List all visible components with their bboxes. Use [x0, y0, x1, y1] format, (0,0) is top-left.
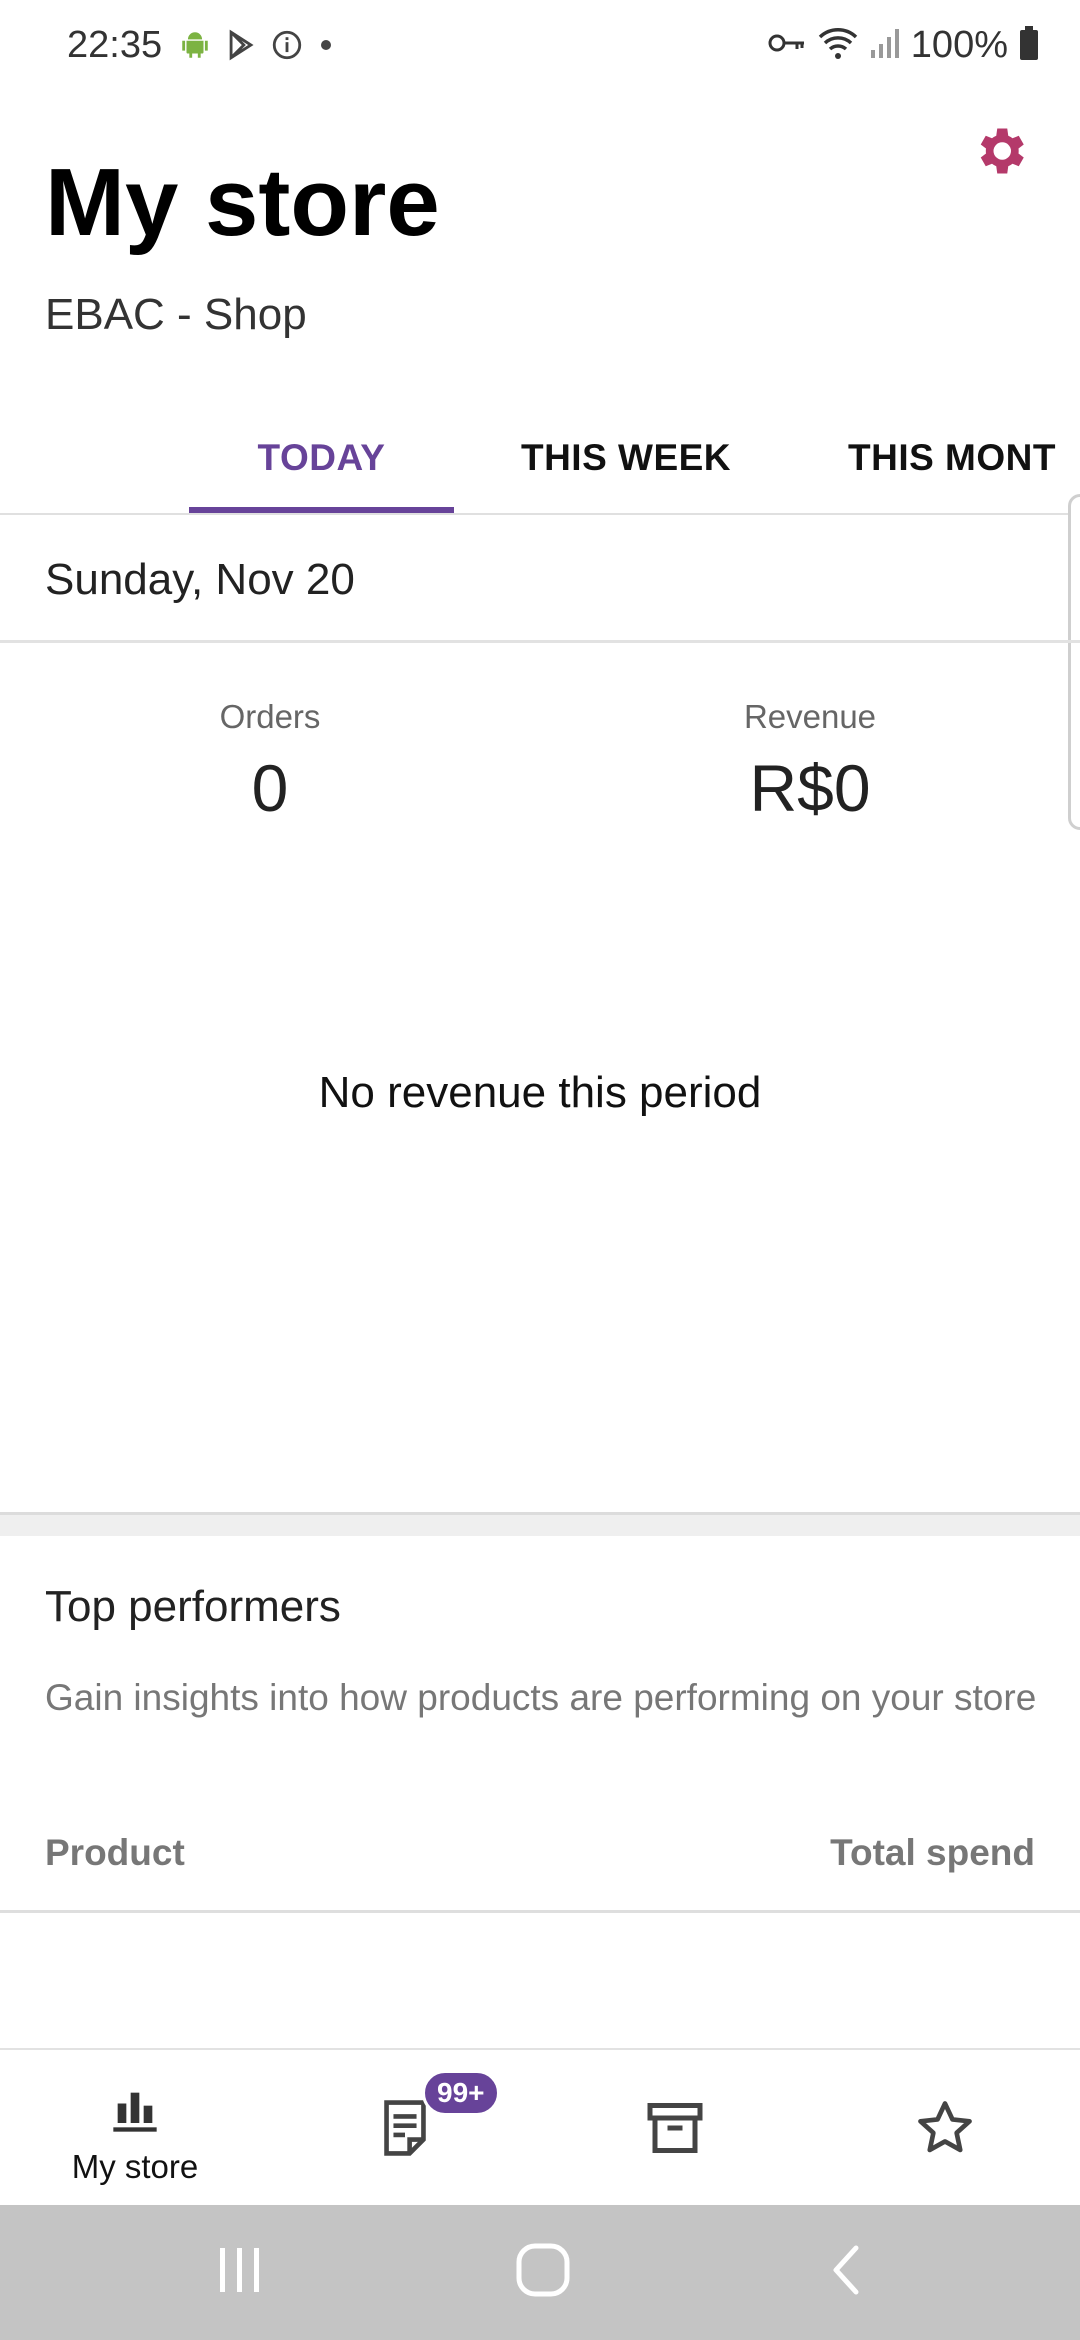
date-row: Sunday, Nov 20 [0, 515, 1080, 643]
column-header-total-spend: Total spend [830, 1832, 1035, 1873]
empty-revenue-message: No revenue this period [318, 1068, 762, 1117]
recent-apps-button[interactable] [140, 2205, 340, 2340]
top-performers-title: Top performers [45, 1582, 341, 1631]
column-header-product: Product [45, 1832, 185, 1873]
battery-percent: 100% [910, 24, 1008, 66]
status-time: 22:35 [67, 24, 163, 66]
star-icon [914, 2098, 976, 2158]
bottom-nav: My store 99+ [0, 2048, 1080, 2205]
vpn-key-icon [767, 28, 807, 63]
android-icon [178, 28, 212, 67]
top-performers-description: Gain insights into how products are perf… [45, 1677, 1037, 1718]
store-name: EBAC - Shop [45, 290, 307, 339]
revenue-value: R$0 [749, 751, 871, 825]
section-divider [0, 1512, 1080, 1536]
nav-reviews[interactable] [810, 2050, 1080, 2207]
tab-this-month[interactable]: THIS MONT [848, 400, 1080, 513]
orders-label: Orders [219, 698, 321, 735]
nav-label-my-store: My store [71, 2148, 199, 2185]
status-system-icons: 100% [767, 24, 1040, 67]
back-button[interactable] [746, 2205, 946, 2340]
play-store-icon [224, 28, 258, 67]
revenue-label: Revenue [743, 698, 877, 735]
tab-indicator [189, 507, 454, 513]
archive-icon [645, 2098, 705, 2158]
nav-products[interactable] [540, 2050, 810, 2207]
orders-icon [377, 2098, 433, 2158]
tab-this-week[interactable]: THIS WEEK [496, 400, 756, 513]
bar-chart-icon [109, 2080, 161, 2140]
orders-badge: 99+ [422, 2070, 500, 2116]
recent-apps-icon [214, 2244, 266, 2301]
info-icon [270, 28, 304, 67]
signal-icon [869, 26, 901, 65]
date-label: Sunday, Nov 20 [45, 555, 355, 604]
nav-orders[interactable]: 99+ [270, 2050, 540, 2207]
back-icon [826, 2244, 866, 2301]
home-button[interactable] [443, 2205, 643, 2340]
battery-icon [1018, 25, 1040, 66]
orders-value: 0 [251, 751, 289, 825]
system-nav-bar [0, 2205, 1080, 2340]
period-tabs: TODAY THIS WEEK THIS MONT [0, 400, 1080, 515]
status-bar: 22:35 100% [0, 0, 1080, 96]
nav-my-store[interactable]: My store [0, 2050, 270, 2207]
status-notification-icons [178, 28, 336, 67]
wifi-icon [817, 25, 859, 66]
table-divider [0, 1910, 1080, 1913]
tab-today[interactable]: TODAY [189, 400, 454, 513]
gear-icon [970, 121, 1030, 186]
settings-button[interactable] [965, 118, 1035, 188]
home-icon [515, 2242, 571, 2303]
dot-icon [316, 35, 336, 60]
page-title: My store [45, 149, 440, 256]
